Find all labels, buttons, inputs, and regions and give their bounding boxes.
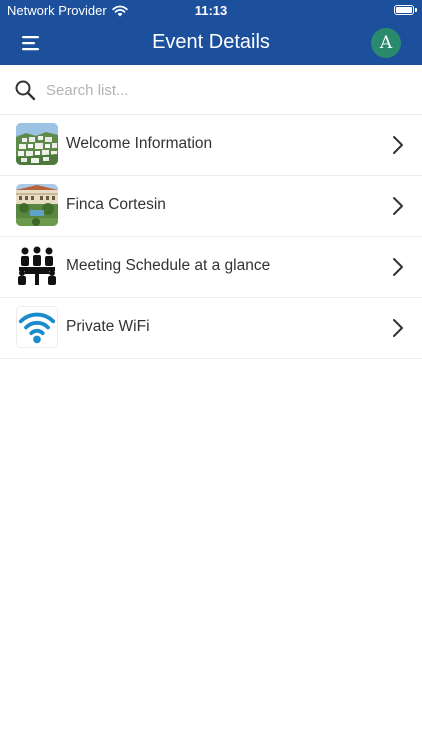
list-item-label: Finca Cortesin <box>66 196 166 213</box>
status-time: 11:13 <box>194 3 228 18</box>
chevron-right-icon <box>393 319 403 337</box>
search-input[interactable] <box>46 77 406 103</box>
nav-bar: Event Details A <box>0 22 422 65</box>
event-list: Welcome Information Finca Cortesin Meeti… <box>0 115 422 359</box>
avatar-initial: A <box>379 33 393 53</box>
list-item-finca-cortesin[interactable]: Finca Cortesin <box>0 176 422 237</box>
chevron-right-icon <box>393 258 403 276</box>
event-details-screen: Network Provider 11:13 Event Details A S… <box>0 0 422 750</box>
header: Network Provider 11:13 Event Details A <box>0 0 422 65</box>
list-item-label: Meeting Schedule at a glance <box>66 257 271 274</box>
search-icon <box>15 80 36 101</box>
chevron-right-icon <box>393 136 403 154</box>
town-photo-thumbnail <box>16 123 58 165</box>
wifi-icon <box>16 306 58 348</box>
list-item-private-wifi[interactable]: Private WiFi <box>0 298 422 359</box>
list-item-label: Welcome Information <box>66 135 213 152</box>
battery-icon <box>394 5 417 15</box>
hotel-photo-thumbnail <box>16 184 58 226</box>
chevron-right-icon <box>393 197 403 215</box>
list-item-meeting-schedule[interactable]: Meeting Schedule at a glance <box>0 237 422 298</box>
search-bar <box>0 65 422 115</box>
meeting-people-icon <box>16 245 58 287</box>
page-title: Event Details <box>152 31 270 53</box>
status-bar: Network Provider 11:13 <box>0 0 422 22</box>
avatar[interactable]: A <box>371 28 401 58</box>
list-item-welcome-information[interactable]: Welcome Information <box>0 115 422 176</box>
list-item-label: Private WiFi <box>66 318 150 335</box>
